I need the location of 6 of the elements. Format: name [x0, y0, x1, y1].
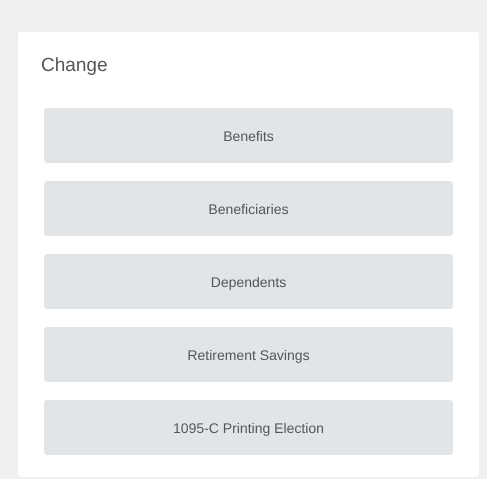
action-button[interactable]: Benefits	[44, 108, 453, 163]
action-button[interactable]: Beneficiaries	[44, 181, 453, 236]
action-button[interactable]: Retirement Savings	[44, 327, 453, 382]
card-title: Change	[41, 54, 109, 78]
action-button[interactable]: Dependents	[44, 254, 453, 309]
action-button[interactable]: 1095-C Printing Election	[44, 400, 453, 455]
